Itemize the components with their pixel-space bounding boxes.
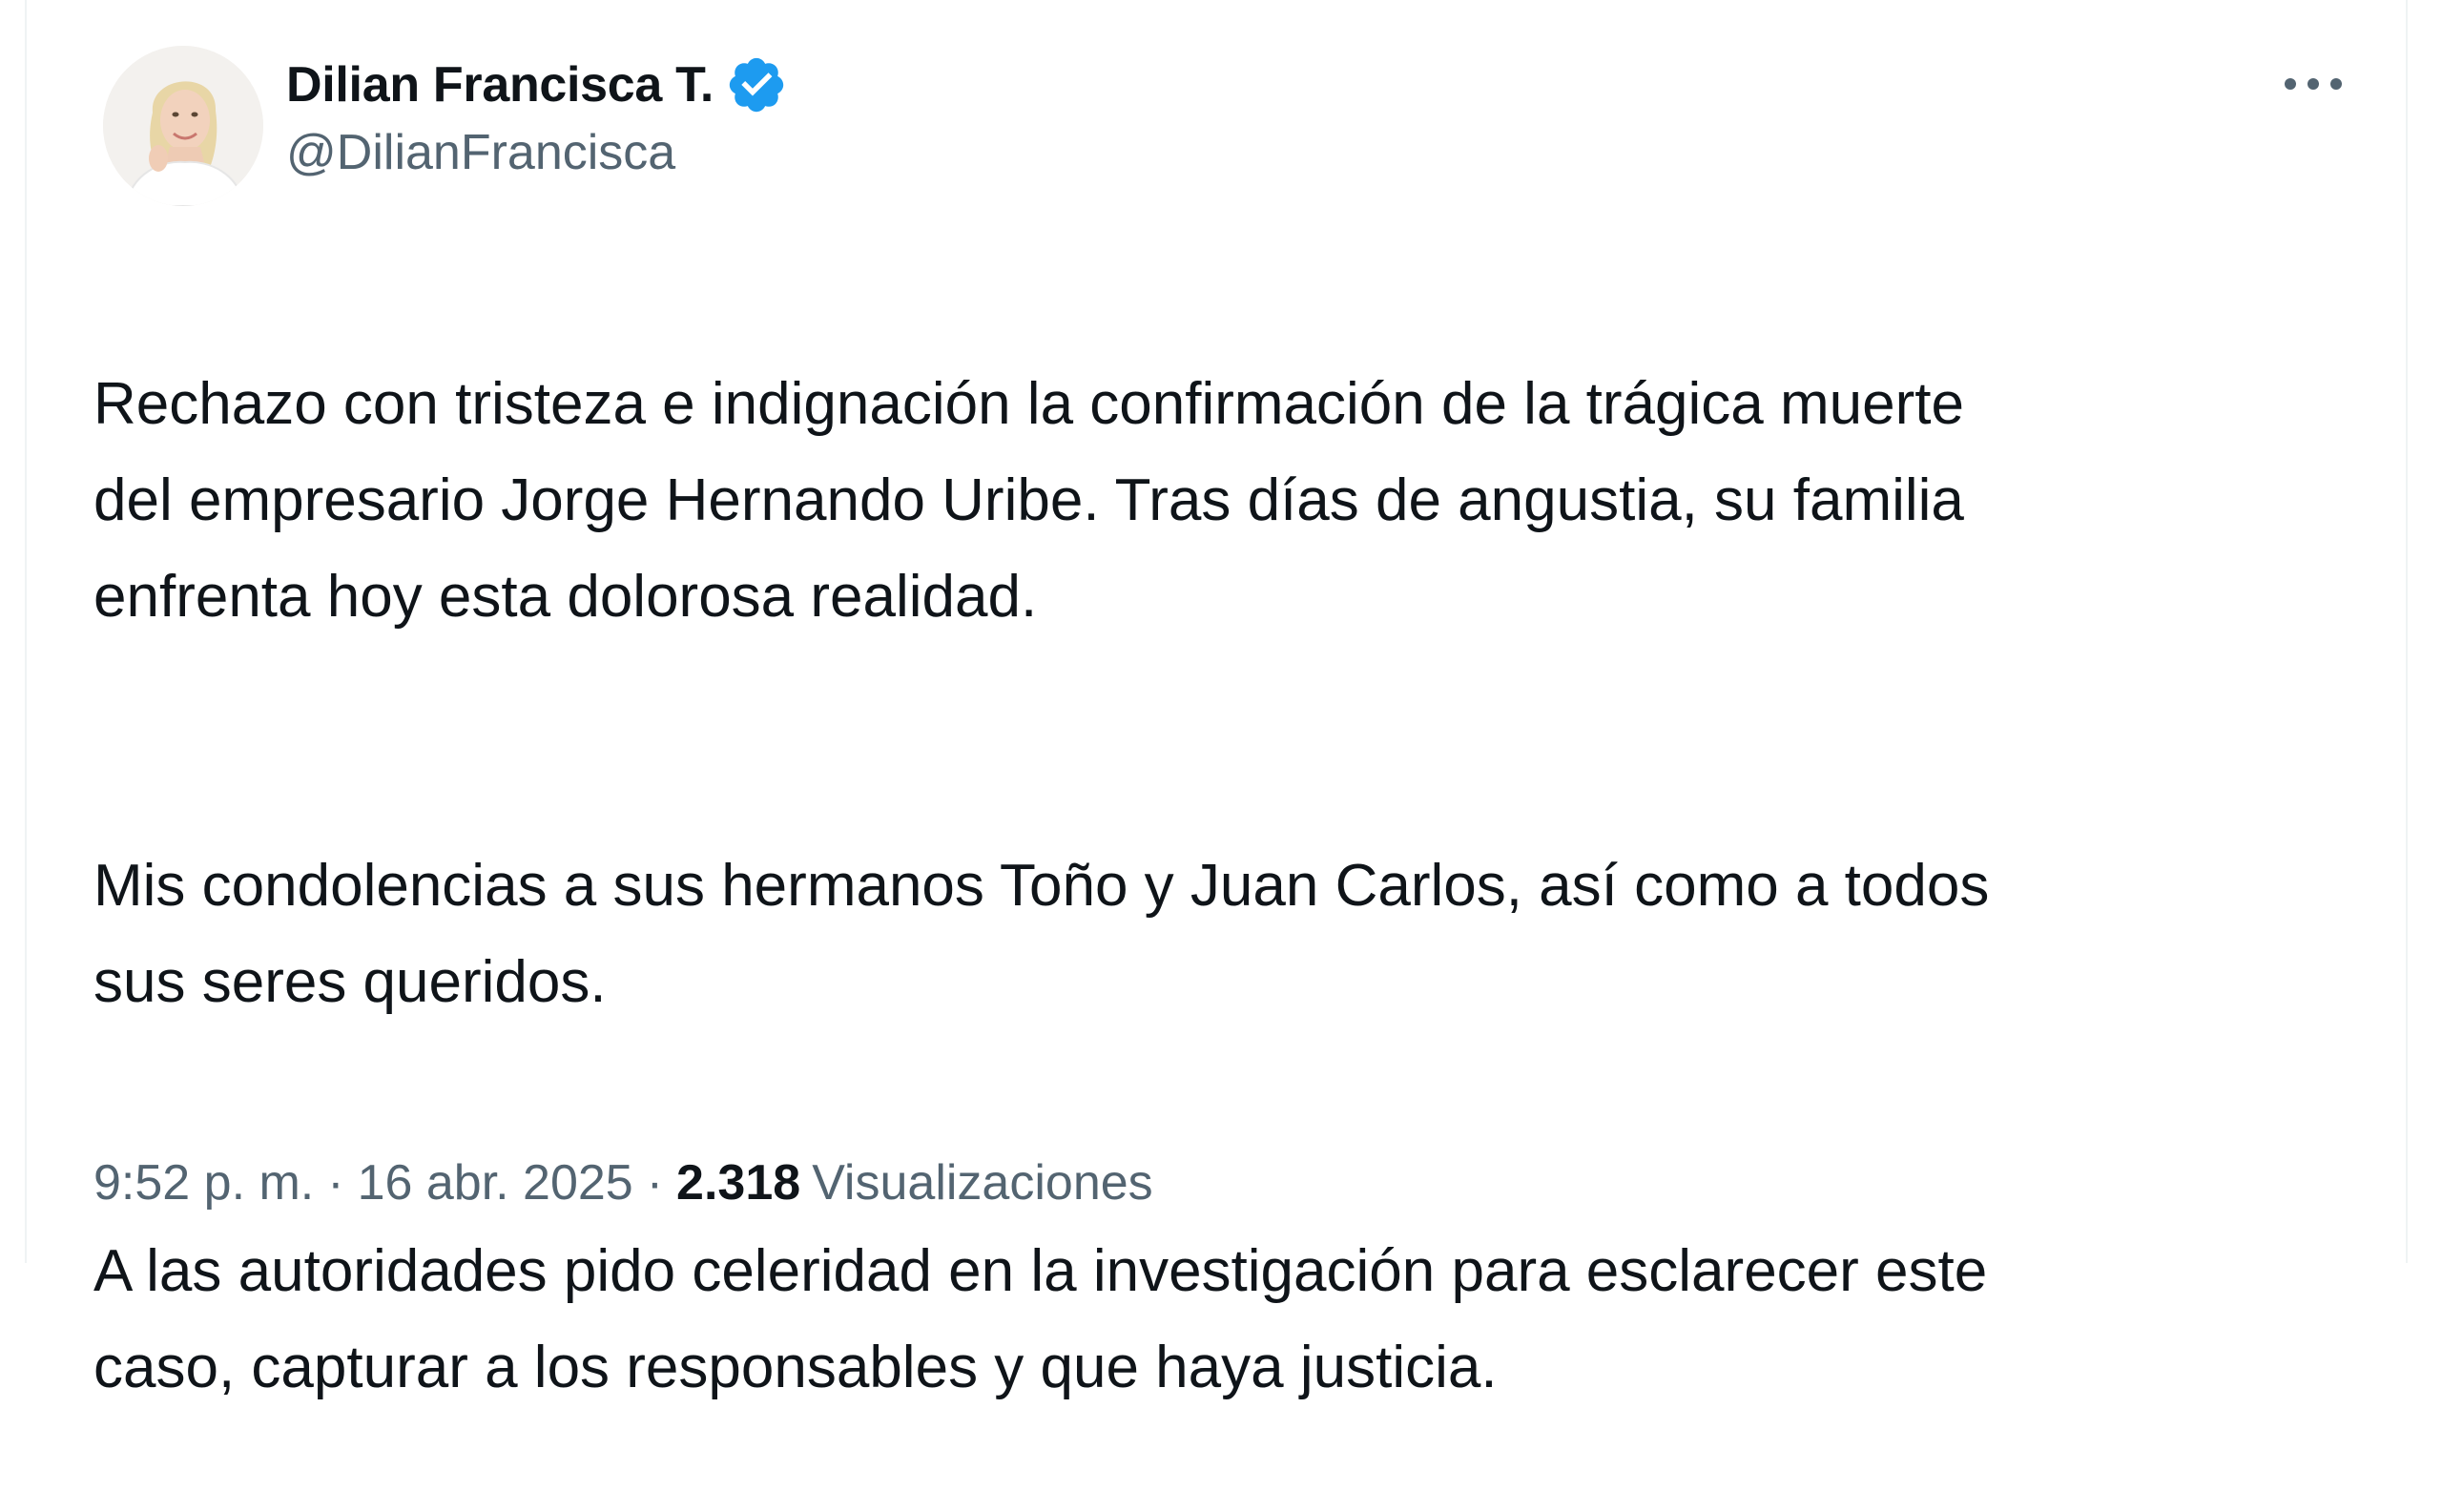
tweet-paragraph: Rechazo con tristeza e indignación la co…: [93, 371, 1964, 630]
views-count: 2.318: [676, 1155, 801, 1211]
tweet-text: Rechazo con tristeza e indignación la co…: [93, 259, 2383, 1512]
views-label: Visualizaciones: [812, 1155, 1153, 1211]
tweet-paragraph: Mis condolencias a sus hermanos Toño y J…: [93, 853, 1990, 1015]
name-row: Dilian Francisca T.: [286, 50, 788, 120]
meta-separator: ·: [646, 1155, 664, 1211]
more-horizontal-icon: [2285, 78, 2342, 90]
user-handle[interactable]: @DilianFrancisca: [286, 124, 788, 181]
tweet-timestamp-date[interactable]: 16 abr. 2025: [358, 1154, 633, 1212]
meta-separator: ·: [327, 1155, 344, 1211]
tweet-paragraph: A las autoridades pido celeridad en la i…: [93, 1238, 1988, 1400]
display-name[interactable]: Dilian Francisca T.: [286, 56, 714, 114]
author-block: Dilian Francisca T. @DilianFrancisca: [286, 50, 788, 181]
verified-badge-icon[interactable]: [725, 53, 788, 116]
avatar-photo: [103, 46, 263, 206]
tweet-timestamp-time[interactable]: 9:52 p. m.: [93, 1154, 314, 1212]
tweet-meta: 9:52 p. m. · 16 abr. 2025 · 2.318 Visual…: [93, 1154, 1153, 1212]
tweet-card: Dilian Francisca T. @DilianFrancisca Rec…: [25, 0, 2408, 1400]
avatar[interactable]: [103, 46, 263, 206]
more-options-button[interactable]: [2274, 55, 2352, 113]
